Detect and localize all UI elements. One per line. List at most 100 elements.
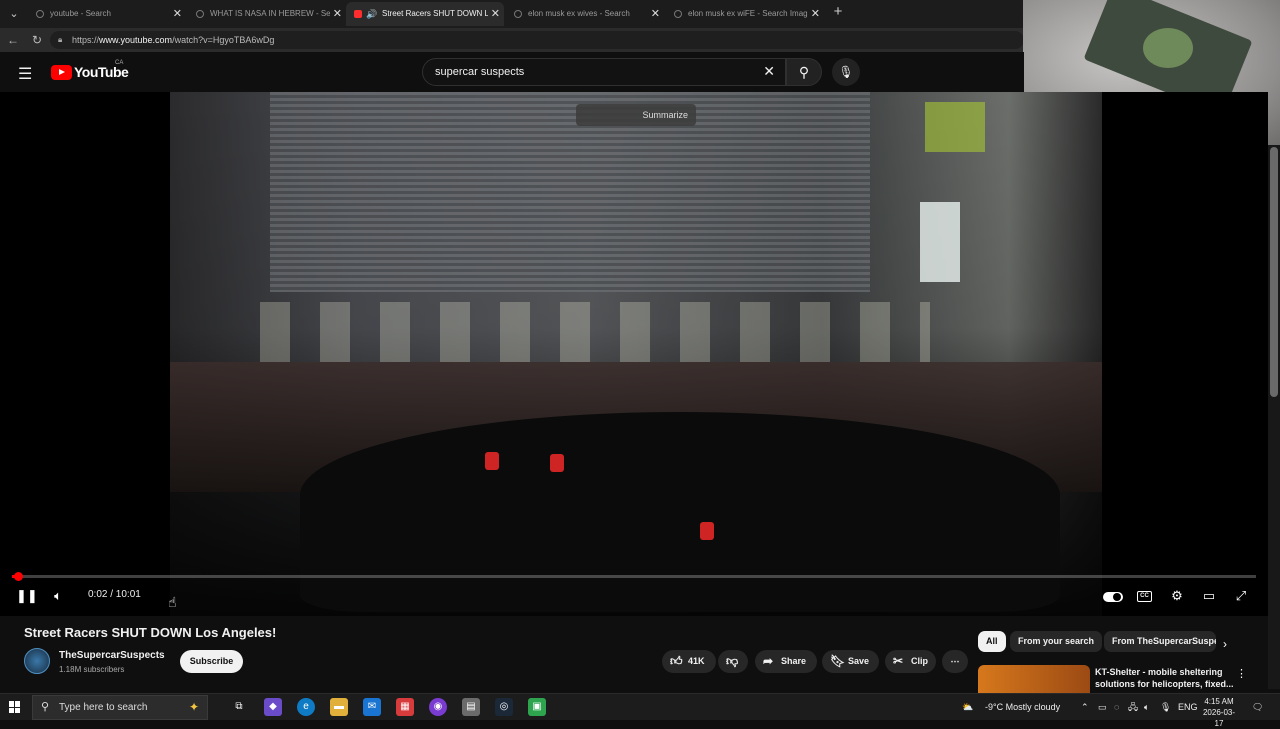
windows-taskbar: ⚲ Type here to search ✦ ⧉ ◆ e ▬ ✉ ▦ ◉ ▤ …: [0, 693, 1280, 728]
tab-title: Street Racers SHUT DOWN Los Angeles!: [382, 9, 488, 18]
task-view-icon[interactable]: ⧉: [230, 698, 248, 716]
system-clock[interactable]: 4:15 AM 2026-03-17: [1200, 696, 1238, 729]
network-icon[interactable]: 🖧︎: [1128, 694, 1138, 721]
browser-tab[interactable]: elon musk ex wiFE - Search Images ✕: [666, 2, 824, 26]
dislike-button[interactable]: 👎︎: [718, 650, 748, 673]
chevron-up-icon[interactable]: ⌃: [1081, 694, 1089, 721]
browser-tab-active[interactable]: 🔊 Street Racers SHUT DOWN Los Angeles! ✕: [346, 2, 504, 26]
thumbs-up-icon: 👍︎: [670, 654, 683, 668]
notifications-icon[interactable]: 🗨︎: [1252, 694, 1263, 721]
back-arrow-icon[interactable]: ←: [4, 31, 22, 49]
scissors-icon: ✂: [893, 654, 904, 668]
store-icon[interactable]: ▦: [396, 698, 414, 716]
share-button[interactable]: ➦ Share: [755, 650, 817, 673]
like-button[interactable]: 👍︎ 41K: [662, 650, 716, 673]
pause-icon[interactable]: ❚❚: [16, 586, 38, 606]
bookmark-icon: 🔖︎: [830, 654, 846, 668]
windows-start-icon[interactable]: [9, 701, 21, 713]
search-box: ✕: [422, 58, 786, 86]
weather-icon[interactable]: ⛅: [962, 694, 973, 721]
theater-mode-icon[interactable]: ▭: [1200, 586, 1218, 606]
sparkle-icon: ✦: [188, 700, 199, 714]
mic-icon[interactable]: 🎙︎: [1160, 694, 1171, 721]
speaker-icon[interactable]: 🔊: [366, 2, 377, 26]
chip-all[interactable]: All: [978, 631, 1006, 652]
tab-title: WHAT IS NASA IN HEBREW - Search: [210, 9, 330, 18]
tab-title: elon musk ex wives - Search: [528, 9, 630, 18]
close-icon[interactable]: ✕: [491, 2, 500, 26]
chevron-right-icon[interactable]: ›: [1223, 637, 1227, 651]
tray-app-icon[interactable]: ◌: [1114, 694, 1119, 721]
search-favicon-icon: [196, 10, 204, 18]
weather-text[interactable]: -9°C Mostly cloudy: [985, 694, 1060, 721]
search-input[interactable]: [435, 59, 755, 85]
clip-label: Clip: [911, 656, 928, 666]
clock-time: 4:15 AM: [1204, 697, 1234, 706]
url-path: /watch?v=HgyoTBA6wDg: [172, 35, 275, 45]
app-icon[interactable]: ▣: [528, 698, 546, 716]
search-favicon-icon: [514, 10, 522, 18]
autoplay-toggle[interactable]: [1103, 592, 1123, 602]
url-field[interactable]: 🔒︎ https://www.youtube.com/watch?v=HgyoT…: [50, 31, 1024, 49]
share-icon: ➦: [763, 654, 774, 668]
more-actions-icon[interactable]: ⋯: [942, 650, 968, 673]
like-count: 41K: [688, 656, 705, 666]
refresh-icon[interactable]: ↻: [28, 31, 46, 49]
progress-bar[interactable]: [12, 572, 1256, 581]
close-icon[interactable]: ✕: [651, 2, 660, 26]
hamburger-menu-icon[interactable]: ☰: [18, 64, 32, 84]
chip-from-your-search[interactable]: From your search: [1010, 631, 1103, 652]
tray-app-icon[interactable]: ▭: [1098, 694, 1107, 721]
save-button[interactable]: 🔖︎ Save: [822, 650, 879, 673]
language-indicator[interactable]: ENG: [1178, 694, 1198, 721]
captions-icon[interactable]: CC: [1137, 591, 1152, 602]
clear-icon[interactable]: ✕: [763, 63, 775, 80]
video-scene-building: [270, 92, 870, 292]
settings-gear-icon[interactable]: ⚙: [1168, 586, 1186, 606]
app-icon[interactable]: ◉: [429, 698, 447, 716]
address-bar-row: ← ↻ 🔒︎ https://www.youtube.com/watch?v=H…: [0, 28, 1024, 52]
scrollbar-thumb[interactable]: [1270, 147, 1278, 397]
video-scene-sign: [920, 202, 960, 282]
mouse-cursor-icon: ☝︎: [168, 594, 177, 610]
video-title: Street Racers SHUT DOWN Los Angeles!: [24, 625, 277, 640]
edge-browser-icon[interactable]: e: [297, 698, 315, 716]
more-vertical-icon[interactable]: ⋮: [1236, 667, 1247, 680]
channel-name[interactable]: TheSupercarSuspects: [59, 650, 165, 661]
youtube-play-icon: [51, 64, 72, 80]
browser-tab[interactable]: WHAT IS NASA IN HEBREW - Search ✕: [188, 2, 346, 26]
clip-button[interactable]: ✂ Clip: [885, 650, 936, 673]
fullscreen-icon[interactable]: ⤢: [1232, 586, 1250, 606]
recommendation-title[interactable]: KT-Shelter - mobile sheltering solutions…: [1095, 666, 1235, 690]
search-icon: ⚲: [798, 64, 810, 80]
volume-icon[interactable]: 🔈︎: [1144, 694, 1149, 721]
close-icon[interactable]: ✕: [173, 2, 182, 26]
recommendation-thumbnail[interactable]: [978, 665, 1090, 693]
youtube-logo[interactable]: YouTube CA: [51, 60, 129, 80]
mic-icon[interactable]: 🎙︎: [832, 58, 860, 86]
subscribe-button[interactable]: Subscribe: [180, 650, 243, 673]
taskbar-search[interactable]: ⚲ Type here to search ✦: [32, 695, 208, 720]
browser-tab[interactable]: elon musk ex wives - Search ✕: [506, 2, 664, 26]
close-icon[interactable]: ✕: [811, 2, 820, 26]
search-button[interactable]: ⚲: [786, 58, 822, 86]
video-player[interactable]: Summarize ❚❚ 🔈︎ 0:02 / 10:01 CC ⚙ ▭ ⤢: [0, 92, 1268, 616]
mail-icon[interactable]: ✉: [363, 698, 381, 716]
summarize-button[interactable]: Summarize: [576, 104, 696, 126]
browser-tab[interactable]: youtube - Search ✕: [28, 2, 186, 26]
app-icon[interactable]: ▤: [462, 698, 480, 716]
new-tab-plus-icon[interactable]: +: [830, 3, 846, 20]
file-explorer-icon[interactable]: ▬: [330, 698, 348, 716]
youtube-header: ☰ YouTube CA ✕ ⚲ 🎙︎: [0, 52, 1024, 92]
copilot-icon[interactable]: ◆: [264, 698, 282, 716]
close-icon[interactable]: ✕: [333, 2, 342, 26]
save-label: Save: [848, 656, 870, 666]
progress-scrubber[interactable]: [14, 572, 23, 581]
steam-icon[interactable]: ◎: [495, 698, 513, 716]
search-favicon-icon: [674, 10, 682, 18]
volume-icon[interactable]: 🔈︎: [49, 586, 67, 606]
chip-from-channel[interactable]: From TheSupercarSuspects: [1104, 631, 1216, 652]
channel-avatar[interactable]: [24, 648, 50, 674]
chevron-down-icon[interactable]: ⌄: [4, 4, 24, 24]
page-scrollbar[interactable]: [1268, 145, 1280, 689]
